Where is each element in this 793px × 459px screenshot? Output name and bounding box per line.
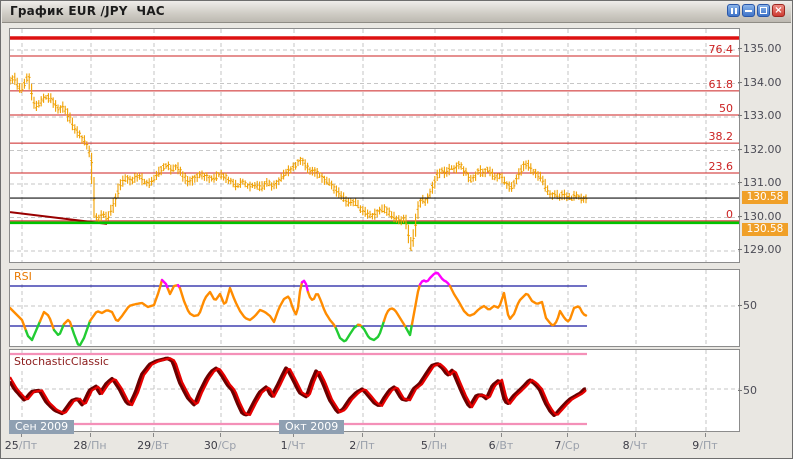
rsi-panel[interactable]: [9, 269, 740, 347]
date-label: 7/Ср: [554, 439, 579, 452]
minimize-button[interactable]: [742, 4, 755, 17]
grid: [10, 270, 740, 347]
rsi-line: [336, 325, 358, 341]
rsi-line: [308, 292, 336, 328]
price-bar-ticks: [10, 77, 587, 250]
rsi-mid-axis-label: 50: [743, 299, 757, 312]
maximize-icon: [760, 7, 767, 14]
rsi-line: [180, 282, 302, 322]
close-icon: ×: [774, 5, 782, 16]
fib-label: 50: [719, 102, 733, 115]
pause-icon: [731, 8, 733, 14]
date-label: 2/Пт: [349, 439, 374, 452]
date-label: 5/Пн: [421, 439, 447, 452]
fib-label: 61.8: [709, 78, 734, 91]
date-tick: [501, 433, 502, 437]
current-price-tag: 130.58: [742, 191, 788, 204]
fib-label: 23.6: [709, 160, 734, 173]
date-label: 28/Пн: [73, 439, 106, 452]
titlebar[interactable]: График EUR /JPY ЧАС ×: [2, 1, 791, 23]
date-tick: [635, 433, 636, 437]
rsi-line: [40, 312, 54, 330]
fib-label: 76.4: [709, 43, 734, 56]
stoch-mid-axis-label: 50: [743, 384, 757, 397]
grid: [10, 29, 740, 263]
date-tick: [434, 433, 435, 437]
rsi-svg: [10, 270, 740, 347]
date-label: 30/Ср: [204, 439, 236, 452]
month-badge: Окт 2009: [279, 420, 344, 434]
date-tick: [153, 433, 154, 437]
rsi-label: RSI: [12, 271, 34, 283]
date-label: 6/Вт: [489, 439, 514, 452]
date-tick: [90, 433, 91, 437]
date-tick: [705, 433, 706, 437]
window-title: График EUR /JPY ЧАС: [10, 4, 165, 18]
fib-label: 0: [726, 208, 733, 221]
rsi-line: [162, 280, 168, 289]
maximize-button[interactable]: [757, 4, 770, 17]
minimize-icon: [745, 10, 752, 12]
rsi-line: [26, 321, 40, 340]
date-label: 1/Чт: [281, 439, 306, 452]
stochastic-panel[interactable]: [9, 349, 740, 432]
rsi-line: [10, 308, 26, 331]
date-tick: [220, 433, 221, 437]
date-tick: [567, 433, 568, 437]
date-label: 29/Вт: [137, 439, 169, 452]
price-tick-label: 134.00: [743, 76, 782, 89]
rsi-line: [64, 320, 72, 328]
price-tick-label: 133.00: [743, 109, 782, 122]
price-chart-panel[interactable]: 76.4 61.8 50 38.2 23.6 0: [9, 28, 740, 263]
rsi-line: [72, 321, 90, 345]
price-tick-label: 135.00: [743, 42, 782, 55]
rsi-line: [412, 285, 420, 325]
date-label: 9/Пт: [692, 439, 717, 452]
rsi-line: [384, 309, 406, 328]
fib-label: 38.2: [709, 130, 734, 143]
chart-window: График EUR /JPY ЧАС × 76.4 61.8 50 38.2 23.6…: [0, 0, 793, 459]
close-button[interactable]: ×: [772, 4, 785, 17]
price-tick-label: 130.00: [743, 210, 782, 223]
date-label: 8/Чт: [623, 439, 648, 452]
rsi-line: [362, 321, 384, 340]
pause-button[interactable]: [727, 4, 740, 17]
price-chart-svg: 76.4 61.8 50 38.2 23.6 0: [10, 29, 740, 263]
price-tick-label: 132.00: [743, 143, 782, 156]
stochastic-svg: [10, 350, 740, 432]
date-label: 25/Пт: [5, 439, 37, 452]
month-badge: Сен 2009: [9, 420, 74, 434]
price-tick-label: 129.00: [743, 243, 782, 256]
stochastic-label: StochasticClassic: [12, 356, 111, 368]
date-tick: [362, 433, 363, 437]
window-controls: ×: [727, 4, 785, 17]
price-tick-label: 131.00: [743, 176, 782, 189]
current-price-tag: 130.58: [742, 223, 788, 236]
